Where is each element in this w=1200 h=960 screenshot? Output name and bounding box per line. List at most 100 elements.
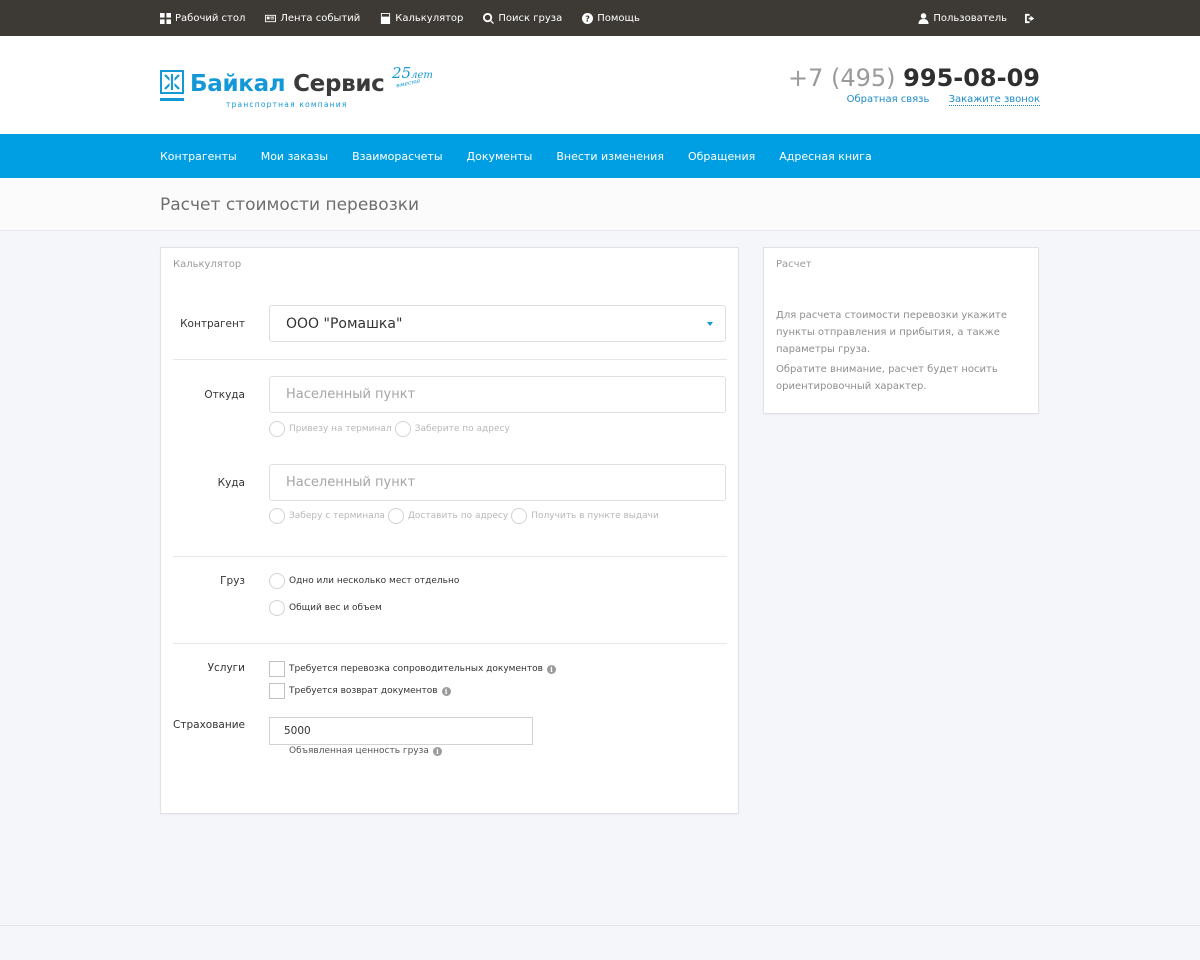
radio-circle[interactable] <box>387 508 404 524</box>
nav-item-address-book[interactable]: Адресная книга <box>779 150 871 163</box>
logo-subtitle: транспортная компания <box>226 100 348 109</box>
checkbox[interactable] <box>269 661 285 677</box>
divider <box>173 556 727 557</box>
from-label: Откуда <box>204 389 245 401</box>
radio-pickup-point[interactable]: Получить в пункте выдачи <box>511 508 659 524</box>
user-icon <box>918 12 929 24</box>
from-options: Привезу на терминал Заберите по адресу <box>269 421 513 437</box>
result-panel: Расчет Для расчета стоимости перевозки у… <box>763 247 1039 414</box>
nav-item-counterparties[interactable]: Контрагенты <box>160 150 237 163</box>
radio-circle[interactable] <box>269 421 285 437</box>
to-input[interactable]: Населенный пункт <box>269 464 726 501</box>
company-logo[interactable]: Байкал Сервис транспортная компания <box>160 70 385 109</box>
logout-button[interactable] <box>1025 13 1040 24</box>
top-user-menu: Пользователь <box>900 13 1040 24</box>
to-options: Заберу с терминала Доставить по адресу П… <box>269 508 662 524</box>
nav-item-settlements[interactable]: Взаиморасчеты <box>352 150 442 163</box>
service-label: Требуется перевозка сопроводительных док… <box>289 664 543 674</box>
nav-item-documents[interactable]: Документы <box>467 150 533 163</box>
result-text-1: Для расчета стоимости перевозки укажите … <box>776 310 1007 355</box>
phone-main: 995-08-09 <box>903 64 1040 92</box>
radio-label: Привезу на терминал <box>289 424 392 434</box>
phone-code: +7 (495) <box>787 64 896 92</box>
top-item-calculator[interactable]: Калькулятор <box>380 12 463 24</box>
content-area: Калькулятор Контрагент ООО "Ромашка" Отк… <box>160 247 1040 817</box>
radio-deliver-to-address[interactable]: Доставить по адресу <box>387 508 509 524</box>
radio-cargo-separate[interactable]: Одно или несколько мест отдельно <box>269 573 459 589</box>
to-label: Куда <box>217 477 245 489</box>
radio-circle[interactable] <box>269 508 285 524</box>
newspaper-icon <box>265 13 277 24</box>
calculator-heading: Калькулятор <box>173 259 242 270</box>
insurance-hint-text: Объявленная ценность груза <box>289 746 429 756</box>
user-menu[interactable]: Пользователь <box>918 13 1007 24</box>
cargo-option-total: Общий вес и объем <box>269 600 385 616</box>
search-icon <box>483 12 495 24</box>
callback-link[interactable]: Закажите звонок <box>948 94 1040 106</box>
counterparty-select[interactable]: ООО "Ромашка" <box>269 305 726 342</box>
radio-cargo-total[interactable]: Общий вес и объем <box>269 600 382 616</box>
nav-item-make-changes[interactable]: Внести изменения <box>556 150 664 163</box>
radio-circle[interactable] <box>511 508 528 524</box>
radio-circle[interactable] <box>269 573 285 589</box>
site-header: Байкал Сервис транспортная компания 25ле… <box>0 36 1200 134</box>
feedback-link[interactable]: Обратная связь <box>847 94 930 105</box>
insurance-label: Страхование <box>173 719 245 731</box>
insurance-value: 5000 <box>284 725 311 737</box>
top-item-label: Поиск груза <box>498 12 563 24</box>
radio-label: Одно или несколько мест отдельно <box>289 576 460 586</box>
radio-circle[interactable] <box>269 600 285 616</box>
question-icon: ? <box>582 12 594 24</box>
title-bar: Расчет стоимости перевозки <box>0 178 1200 231</box>
counterparty-label: Контрагент <box>180 318 245 330</box>
radio-label: Общий вес и объем <box>289 603 382 613</box>
svg-text:?: ? <box>585 13 590 23</box>
counterparty-value: ООО "Ромашка" <box>286 315 403 332</box>
radio-bring-to-terminal[interactable]: Привезу на терминал <box>269 421 392 437</box>
top-item-label: Лента событий <box>280 12 361 24</box>
service-label: Требуется возврат документов <box>289 686 438 696</box>
top-item-search-cargo[interactable]: Поиск груза <box>483 12 563 24</box>
sign-out-icon <box>1025 13 1036 24</box>
result-heading: Расчет <box>776 259 812 270</box>
radio-label: Доставить по адресу <box>407 511 509 521</box>
nav-item-my-orders[interactable]: Мои заказы <box>261 150 328 163</box>
result-text: Для расчета стоимости перевозки укажите … <box>764 281 1038 395</box>
info-icon[interactable]: i <box>546 664 556 674</box>
service-accompanying-docs[interactable]: Требуется перевозка сопроводительных док… <box>269 661 556 677</box>
chevron-down-icon <box>707 322 713 326</box>
to-placeholder: Населенный пункт <box>286 475 416 490</box>
top-item-dashboard[interactable]: Рабочий стол <box>160 12 246 24</box>
service-return-docs[interactable]: Требуется возврат документов i <box>269 683 451 699</box>
top-menu: Рабочий стол Лента событий Калькулятор П… <box>160 12 660 24</box>
info-icon[interactable]: i <box>432 746 442 756</box>
calculator-panel: Калькулятор Контрагент ООО "Ромашка" Отк… <box>160 247 739 814</box>
contact-block: +7 (495) 995-08-09 Обратная связь Закажи… <box>788 64 1040 106</box>
from-input[interactable]: Населенный пункт <box>269 376 726 413</box>
anniversary-badge: 25лет вместе <box>392 64 433 89</box>
logo-mark-icon <box>160 70 184 101</box>
radio-label: Заберу с терминала <box>289 511 385 521</box>
insurance-input[interactable]: 5000 <box>269 717 533 745</box>
top-item-label: Рабочий стол <box>175 12 246 24</box>
nav-item-requests[interactable]: Обращения <box>688 150 755 163</box>
radio-pickup-from-terminal[interactable]: Заберу с терминала <box>269 508 385 524</box>
calculator-icon <box>380 12 391 24</box>
info-icon[interactable]: i <box>441 686 451 696</box>
result-text-2: Обратите внимание, расчет будет носить о… <box>776 364 998 392</box>
top-item-events[interactable]: Лента событий <box>265 13 360 24</box>
main-nav: Контрагенты Мои заказы Взаиморасчеты Док… <box>0 134 1200 178</box>
top-item-label: Помощь <box>597 12 640 24</box>
logo-first-word: Байкал <box>190 71 286 97</box>
checkbox[interactable] <box>269 683 285 699</box>
divider <box>173 643 727 644</box>
radio-circle[interactable] <box>394 421 411 437</box>
insurance-hint: Объявленная ценность груза i <box>289 746 442 756</box>
top-item-help[interactable]: ? Помощь <box>582 12 640 24</box>
dashboard-icon <box>160 12 171 24</box>
radio-pickup-by-address[interactable]: Заберите по адресу <box>394 421 510 437</box>
services-label: Услуги <box>207 662 245 674</box>
radio-label: Получить в пункте выдачи <box>531 511 659 521</box>
divider <box>173 359 727 360</box>
phone-number: +7 (495) 995-08-09 <box>788 64 1040 92</box>
